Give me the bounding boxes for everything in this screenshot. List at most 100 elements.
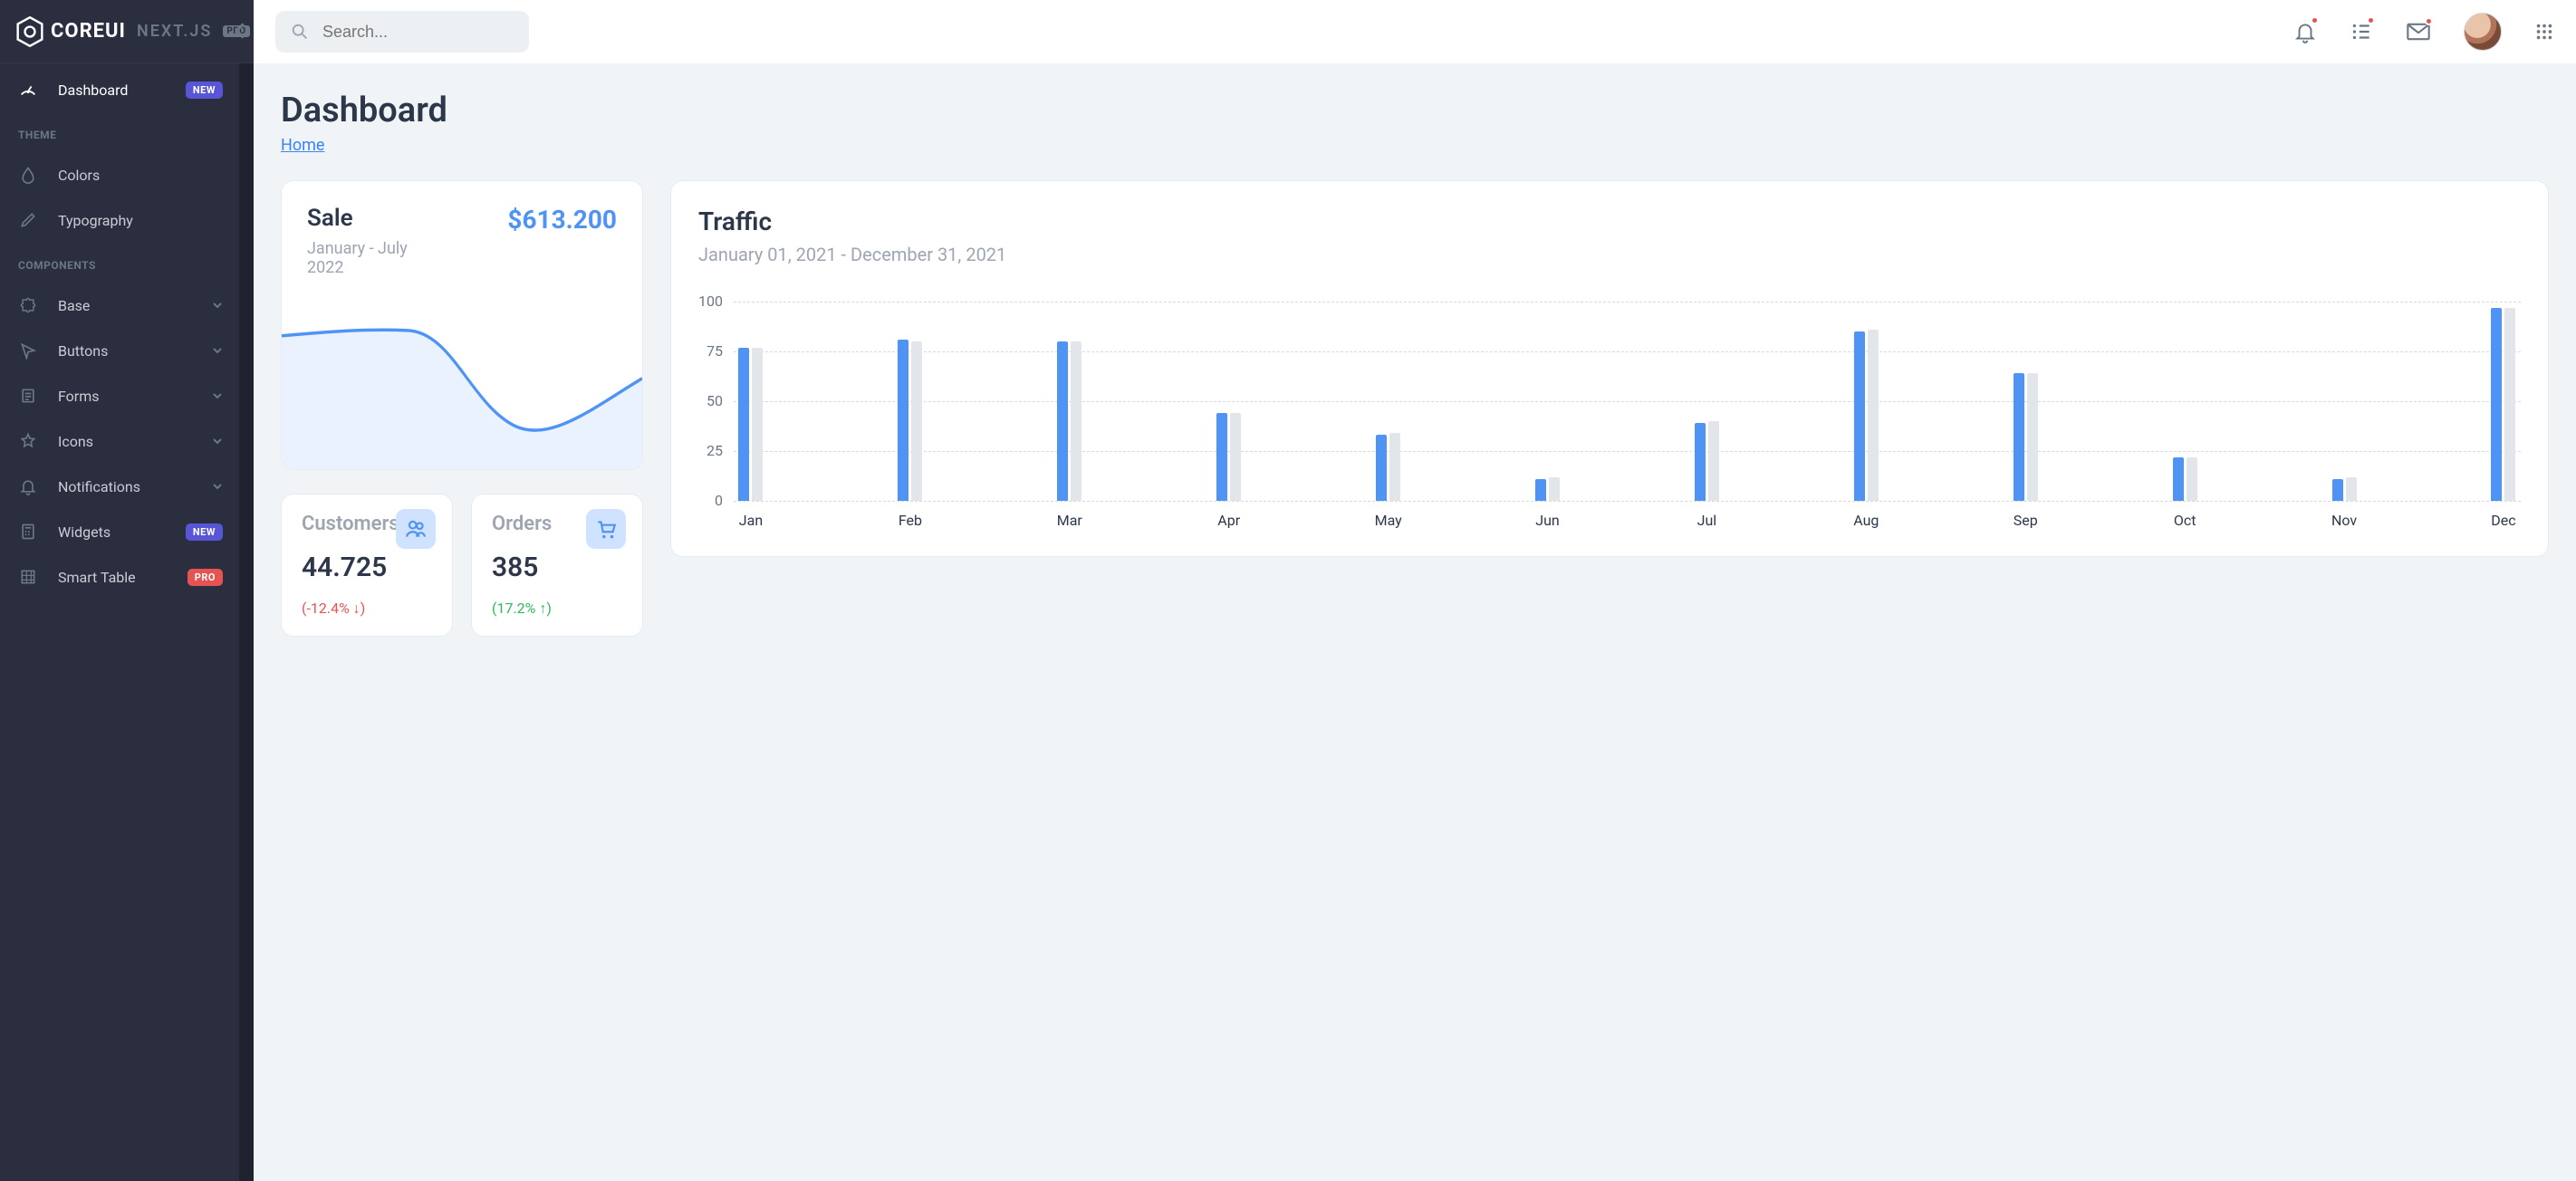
- sale-line-chart: [282, 277, 642, 469]
- main: Dashboard Home Sale January - July 2022 …: [254, 0, 2576, 1181]
- topbar-bell-icon[interactable]: [2293, 20, 2317, 43]
- sidebar-item-dashboard[interactable]: Dashboard NEW: [0, 67, 254, 112]
- bar-primary: [1376, 435, 1387, 501]
- x-tick: Jun: [1534, 512, 1562, 529]
- x-tick: Feb: [897, 512, 924, 529]
- x-tick: Jul: [1693, 512, 1720, 529]
- sidebar-item-icons[interactable]: Icons: [0, 418, 254, 464]
- apps-grid-icon[interactable]: [2534, 22, 2554, 42]
- chevron-down-icon: [212, 390, 223, 401]
- x-tick: Aug: [1852, 512, 1879, 529]
- sidebar-item-widgets[interactable]: Widgets NEW: [0, 509, 254, 554]
- brand-sub: NEXT.JS: [137, 22, 212, 41]
- topbar-envelope-icon[interactable]: [2406, 21, 2431, 43]
- sidebar-item-forms[interactable]: Forms: [0, 373, 254, 418]
- badge-pro: PRO: [187, 569, 223, 586]
- sidebar-item-buttons[interactable]: Buttons: [0, 328, 254, 373]
- brand: COREUI NEXT.JS PRO: [0, 0, 254, 63]
- x-tick: Oct: [2171, 512, 2198, 529]
- sale-title: Sale: [307, 205, 434, 232]
- x-tick: Dec: [2490, 512, 2517, 529]
- bar-group: [1056, 341, 1083, 501]
- speedometer-icon: [18, 80, 38, 100]
- bar-group: [1852, 330, 1879, 501]
- nav-label: Dashboard: [58, 82, 186, 99]
- search-icon: [290, 22, 310, 42]
- bar-primary: [1216, 413, 1227, 501]
- x-tick: Sep: [2012, 512, 2039, 529]
- stat-value: 44.725: [302, 552, 432, 583]
- cursor-icon: [18, 341, 38, 360]
- sidebar-item-smart-table[interactable]: Smart Table PRO: [0, 554, 254, 600]
- content: Dashboard Home Sale January - July 2022 …: [254, 63, 2576, 637]
- pencil-icon: [18, 210, 38, 230]
- sale-range: January - July 2022: [307, 239, 434, 277]
- bar-group: [2171, 457, 2198, 501]
- badge-new: NEW: [186, 523, 223, 541]
- drop-icon: [18, 165, 38, 185]
- bar-secondary: [2027, 373, 2038, 501]
- breadcrumb: Home: [281, 136, 2549, 155]
- bar-secondary: [1868, 330, 1879, 501]
- bar-secondary: [2346, 477, 2357, 501]
- bar-group: [2331, 477, 2358, 501]
- people-icon: [396, 509, 436, 549]
- bar-secondary: [1071, 341, 1081, 501]
- x-tick: Apr: [1216, 512, 1243, 529]
- sidebar-item-typography[interactable]: Typography: [0, 197, 254, 243]
- chevron-down-icon: [212, 436, 223, 446]
- traffic-bar-chart: 1007550250 JanFebMarAprMayJunJulAugSepOc…: [698, 302, 2521, 529]
- traffic-title: Traffic: [698, 206, 2521, 236]
- bar-group: [897, 340, 924, 501]
- topbar-list-icon[interactable]: [2350, 20, 2373, 43]
- bar-primary: [1854, 331, 1865, 501]
- bar-group: [1375, 433, 1402, 501]
- breadcrumb-home[interactable]: Home: [281, 136, 324, 155]
- bar-secondary: [1230, 413, 1241, 501]
- stat-delta: (17.2% ↑): [492, 600, 622, 618]
- puzzle-icon: [18, 295, 38, 315]
- x-tick: Mar: [1056, 512, 1083, 529]
- bar-group: [2012, 373, 2039, 501]
- traffic-card: Traffic January 01, 2021 - December 31, …: [670, 180, 2549, 557]
- bar-group: [2490, 308, 2517, 501]
- bar-secondary: [1549, 477, 1560, 501]
- brand-logo[interactable]: COREUI NEXT.JS PRO: [16, 16, 250, 47]
- notes-icon: [18, 386, 38, 406]
- sale-value: $613.200: [507, 205, 617, 235]
- sidebar-collapse-icon[interactable]: [234, 22, 246, 40]
- bar-group: [1534, 477, 1562, 501]
- nav-label: Typography: [58, 212, 235, 229]
- brand-name: COREUI: [51, 20, 126, 43]
- chevron-down-icon: [212, 481, 223, 492]
- bar-group: [1693, 421, 1720, 501]
- bar-primary: [2014, 373, 2024, 501]
- grid-icon: [18, 567, 38, 587]
- chevron-down-icon: [212, 300, 223, 311]
- sale-card: Sale January - July 2022 $613.200: [281, 180, 643, 470]
- sidebar-item-base[interactable]: Base: [0, 283, 254, 328]
- left-column: Sale January - July 2022 $613.200: [281, 180, 643, 637]
- bar-secondary: [752, 348, 763, 501]
- stat-delta: (-12.4% ↓): [302, 600, 432, 618]
- bar-secondary: [1389, 433, 1400, 501]
- calculator-icon: [18, 522, 38, 542]
- x-axis-labels: JanFebMarAprMayJunJulAugSepOctNovDec: [734, 501, 2521, 529]
- nav-label: Buttons: [58, 342, 212, 360]
- bar-secondary: [2504, 308, 2515, 501]
- nav-label: Notifications: [58, 478, 212, 495]
- bar-primary: [1057, 341, 1068, 501]
- sidebar: COREUI NEXT.JS PRO Dashboard NEW THEME C…: [0, 0, 254, 1181]
- search-box[interactable]: [275, 11, 529, 53]
- nav-label: Base: [58, 297, 212, 314]
- notification-dot: [2367, 16, 2375, 24]
- sidebar-item-notifications[interactable]: Notifications: [0, 464, 254, 509]
- nav-label: Widgets: [58, 523, 186, 541]
- orders-card: Orders 385 (17.2% ↑): [471, 494, 643, 637]
- bar-group: [737, 348, 764, 501]
- nav-label: Colors: [58, 167, 235, 184]
- sidebar-item-colors[interactable]: Colors: [0, 152, 254, 197]
- search-input[interactable]: [322, 23, 514, 42]
- avatar[interactable]: [2464, 13, 2502, 51]
- sidebar-nav: Dashboard NEW THEME Colors Typography CO…: [0, 63, 254, 1181]
